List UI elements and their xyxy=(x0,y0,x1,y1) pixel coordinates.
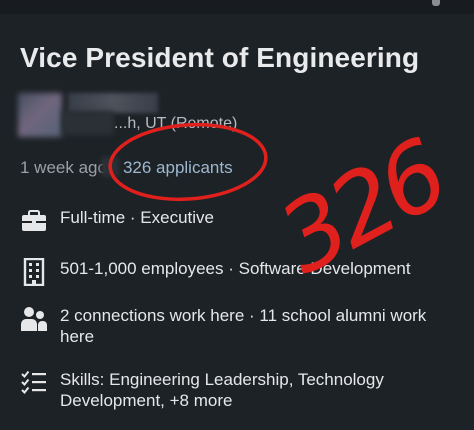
people-icon xyxy=(21,307,47,331)
applicants-count: 326 applicants xyxy=(122,158,233,177)
posting-meta: 1 week ago 326 applicants xyxy=(20,157,233,178)
company-building-icon xyxy=(23,258,45,286)
redaction-blur xyxy=(100,157,119,177)
job-posting-screen: Vice President of Engineering ...h, UT (… xyxy=(0,0,474,430)
detail-text: Skills: Engineering Leadership, Technolo… xyxy=(60,370,384,410)
status-bar xyxy=(0,0,474,14)
redaction-blur xyxy=(62,111,114,135)
status-indicator xyxy=(432,0,440,6)
posted-time: 1 week ago xyxy=(20,158,107,177)
briefcase-icon xyxy=(22,210,46,231)
detail-text: Full-time · Executive xyxy=(60,208,214,227)
checklist-icon xyxy=(21,370,46,394)
company-logo-redacted[interactable] xyxy=(18,93,62,137)
company-row[interactable]: ...h, UT (Remote) xyxy=(18,93,248,141)
job-title: Vice President of Engineering xyxy=(20,42,420,73)
job-location: ...h, UT (Remote) xyxy=(114,115,238,132)
detail-text: 2 connections work here · 11 school alum… xyxy=(60,306,427,346)
detail-text: 501-1,000 employees · Software Developme… xyxy=(60,259,411,278)
company-name-redacted[interactable] xyxy=(68,93,158,113)
